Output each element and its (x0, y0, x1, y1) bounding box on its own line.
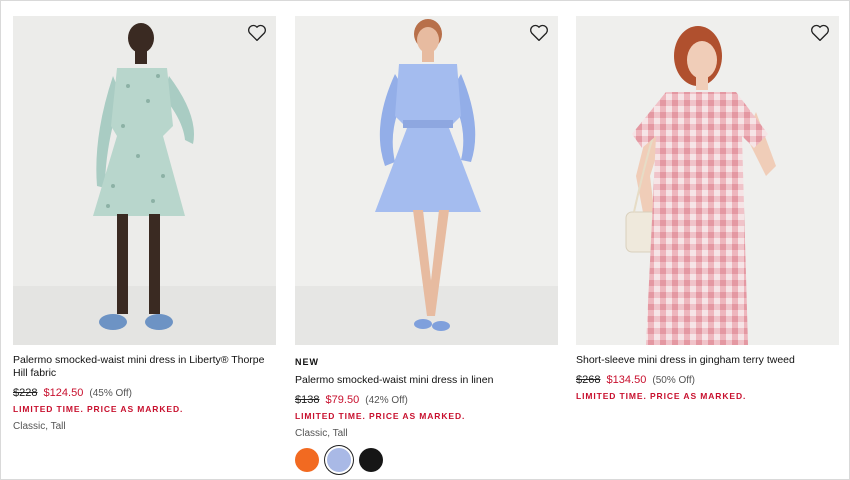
product-image[interactable] (295, 16, 558, 345)
swatch-blue[interactable] (327, 448, 351, 472)
promo-text: LIMITED TIME. PRICE AS MARKED. (295, 411, 466, 421)
size-options: Classic, Tall (13, 421, 66, 432)
product-price: $138 $79.50 (42% Off) (295, 394, 558, 407)
swatch-black[interactable] (359, 448, 383, 472)
product-price: $228 $124.50 (45% Off) (13, 387, 276, 400)
heart-outline-icon[interactable] (247, 24, 267, 42)
product-card[interactable]: NEW Palermo smocked-waist mini dress in … (295, 16, 558, 472)
product-title[interactable]: Palermo smocked-waist mini dress in Libe… (13, 354, 276, 380)
heart-outline-icon[interactable] (810, 24, 830, 42)
promo-text: LIMITED TIME. PRICE AS MARKED. (13, 404, 184, 414)
original-price: $268 (576, 374, 601, 386)
new-badge: NEW (295, 357, 319, 367)
sale-price: $79.50 (325, 394, 360, 406)
product-price: $268 $134.50 (50% Off) (576, 374, 839, 387)
sale-price: $134.50 (606, 374, 647, 386)
original-price: $228 (13, 387, 38, 399)
product-card[interactable]: Palermo smocked-waist mini dress in Libe… (13, 16, 276, 432)
product-image[interactable] (13, 16, 276, 345)
product-image[interactable] (576, 16, 839, 345)
product-title[interactable]: Short-sleeve mini dress in gingham terry… (576, 354, 839, 367)
product-title[interactable]: Palermo smocked-waist mini dress in line… (295, 374, 558, 387)
sale-price: $124.50 (43, 387, 84, 399)
original-price: $138 (295, 394, 320, 406)
discount-label: (42% Off) (365, 395, 408, 406)
discount-label: (45% Off) (89, 388, 132, 399)
swatch-orange[interactable] (295, 448, 319, 472)
size-options: Classic, Tall (295, 428, 348, 439)
discount-label: (50% Off) (652, 375, 695, 386)
heart-outline-icon[interactable] (529, 24, 549, 42)
promo-text: LIMITED TIME. PRICE AS MARKED. (576, 391, 747, 401)
color-swatches (295, 448, 558, 472)
product-card[interactable]: Short-sleeve mini dress in gingham terry… (576, 16, 839, 401)
product-grid: Palermo smocked-waist mini dress in Libe… (0, 0, 850, 480)
